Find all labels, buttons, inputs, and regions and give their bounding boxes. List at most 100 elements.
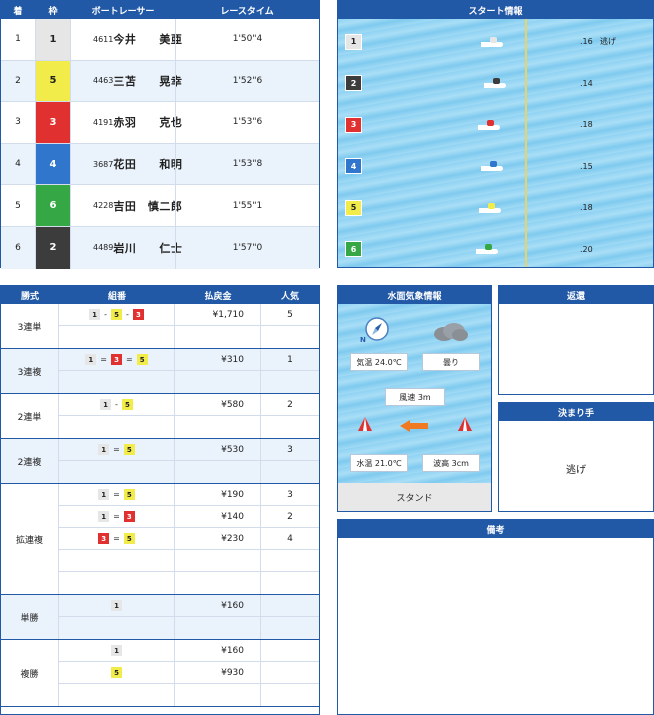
result-row: 3 3 4191 赤羽 克也 1'53"6 bbox=[1, 102, 319, 144]
race-time: 1'52"6 bbox=[175, 60, 319, 102]
start-row: 4 .15 bbox=[338, 146, 653, 187]
racer-number: 4611 bbox=[93, 34, 114, 44]
combo-frame-chip: 3 bbox=[123, 511, 135, 522]
payout-amount: ¥160 bbox=[175, 595, 261, 616]
combination: 1-5 bbox=[59, 394, 175, 415]
bet-type: 2連複 bbox=[1, 439, 59, 483]
winning-technique-value: 逃げ bbox=[566, 465, 586, 476]
start-row: 6 .20 bbox=[338, 229, 653, 270]
combo-separator: = bbox=[100, 355, 107, 364]
bet-type: 3連単 bbox=[1, 304, 59, 348]
payout-amount bbox=[175, 461, 261, 483]
combo-frame-chip: 1 bbox=[111, 645, 122, 656]
payout-group: 単勝 1 ¥160 bbox=[1, 595, 319, 640]
weather-condition: 曇り bbox=[422, 353, 480, 371]
combination bbox=[59, 326, 175, 348]
header-rank: 着 bbox=[13, 6, 23, 17]
bet-type: 拡連複 bbox=[1, 484, 59, 594]
racer-cell: 3687 花田 和明 bbox=[71, 156, 182, 172]
combination: 1 bbox=[59, 595, 175, 616]
result-row: 4 4 3687 花田 和明 1'53"8 bbox=[1, 143, 319, 186]
payout-group: 2連単 1-5 ¥580 2 bbox=[1, 394, 319, 439]
combination: 1 bbox=[59, 640, 175, 661]
payout-line: 1 = 3 = 5 ¥310 1 bbox=[59, 349, 319, 371]
popularity: 5 bbox=[287, 309, 293, 320]
header-frame: 枠 bbox=[48, 6, 58, 17]
start-timing: .18 bbox=[580, 120, 593, 129]
bet-type: 複勝 bbox=[1, 640, 59, 706]
racer-name[interactable]: 花田 和明 bbox=[113, 156, 182, 172]
racer-name[interactable]: 岩川 仁士 bbox=[113, 240, 182, 256]
combo-frame-chip: 5 bbox=[111, 667, 122, 678]
racer-name[interactable]: 赤羽 克也 bbox=[113, 114, 182, 130]
payout-line bbox=[59, 550, 319, 572]
racer-name[interactable]: 今井 美亜 bbox=[113, 31, 182, 47]
combo-frame-chip: 3 bbox=[111, 354, 122, 365]
header-racer: ボートレーサー bbox=[91, 6, 155, 17]
payout-lines: 1 ¥160 bbox=[59, 595, 319, 639]
payout-lines: 1-5-3 ¥1,710 5 bbox=[59, 304, 319, 348]
payout-amount bbox=[175, 572, 261, 594]
compass-north-label: N bbox=[360, 336, 366, 344]
payout-header: 勝式 組番 払戻金 人気 bbox=[1, 286, 319, 304]
result-header: 着 枠 ボートレーサー レースタイム bbox=[1, 1, 319, 19]
frame-badge: 3 bbox=[35, 102, 71, 143]
bet-type: 3連複 bbox=[1, 349, 59, 393]
start-technique: 逃げ bbox=[600, 37, 616, 46]
payout-amount bbox=[175, 416, 261, 438]
wind-arrow-icon bbox=[400, 420, 428, 432]
bet-type: 2連単 bbox=[1, 394, 59, 438]
payout-lines: 1 ¥160 5 ¥930 bbox=[59, 640, 319, 706]
payout-line: 1-5 ¥580 2 bbox=[59, 394, 319, 416]
header-combination: 組番 bbox=[107, 291, 126, 302]
frame-badge: 6 bbox=[35, 185, 71, 226]
start-timing: .14 bbox=[580, 78, 593, 88]
racer-name[interactable]: 三苫 晃幸 bbox=[113, 73, 182, 89]
combination: 1 = 3 bbox=[59, 506, 175, 527]
combo-frame-chip: 5 bbox=[123, 533, 135, 544]
payout-amount: ¥580 bbox=[175, 394, 261, 415]
start-info-header: スタート情報 bbox=[338, 1, 653, 19]
frame-badge: 4 bbox=[35, 143, 71, 185]
boat-icon bbox=[478, 119, 504, 130]
course-badge: 3 bbox=[345, 116, 362, 133]
frame-badge: 2 bbox=[35, 226, 71, 269]
rank: 2 bbox=[15, 75, 21, 86]
combo-separator: = bbox=[113, 534, 120, 543]
result-row: 2 5 4463 三苫 晃幸 1'52"6 bbox=[1, 60, 319, 103]
wave-height: 波高 3cm bbox=[422, 454, 480, 472]
racer-name[interactable]: 吉田 慎二郎 bbox=[113, 198, 182, 214]
combination bbox=[59, 617, 175, 639]
payout-amount: ¥310 bbox=[175, 349, 261, 370]
racer-cell: 4228 吉田 慎二郎 bbox=[71, 198, 182, 214]
weather-water-area: N 気温 24.0℃ 曇り 風速 3m 水温 21.0℃ 波高 3cm bbox=[338, 304, 491, 483]
result-body: 1 1 4611 今井 美亜 1'50"4 2 5 4463 三苫 晃幸 1'52… bbox=[1, 19, 319, 269]
payout-line: 1 ¥160 bbox=[59, 640, 319, 662]
racer-number: 4463 bbox=[93, 76, 114, 86]
payout-line: 5 ¥930 bbox=[59, 662, 319, 684]
compass-icon bbox=[365, 317, 389, 341]
payout-line: 1 = 5 ¥530 3 bbox=[59, 439, 319, 461]
start-timing: .18 bbox=[580, 203, 593, 212]
popularity: 2 bbox=[287, 399, 293, 410]
payout-amount: ¥140 bbox=[175, 506, 261, 527]
combo-frame-chip: 5 bbox=[136, 354, 148, 365]
payout-body: 3連単 1-5-3 ¥1,710 5 3連複 1 = 3 = 5 ¥310 1 2連単 … bbox=[1, 304, 319, 707]
bet-type: 単勝 bbox=[1, 595, 59, 639]
payout-line: 1 = 3 ¥140 2 bbox=[59, 506, 319, 528]
course-badge: 5 bbox=[345, 199, 362, 216]
race-time: 1'53"6 bbox=[175, 102, 319, 143]
payout-table: 勝式 組番 払戻金 人気 3連単 1-5-3 ¥1,710 5 3連複 1 = 3 =… bbox=[0, 285, 320, 715]
remarks-title: 備考 bbox=[486, 525, 505, 536]
air-temperature: 気温 24.0℃ bbox=[350, 353, 408, 371]
boat-icon bbox=[481, 36, 507, 47]
racer-number: 3687 bbox=[93, 159, 114, 169]
combo-frame-chip: 5 bbox=[123, 444, 135, 455]
payout-amount: ¥230 bbox=[175, 528, 261, 549]
payout-line bbox=[59, 326, 319, 348]
refund-header: 返還 bbox=[499, 286, 653, 304]
rank: 3 bbox=[15, 117, 21, 128]
payout-lines: 1 = 5 ¥190 3 1 = 3 ¥140 2 3 = 5 ¥230 4 bbox=[59, 484, 319, 594]
result-row: 5 6 4228 吉田 慎二郎 1'55"1 bbox=[1, 185, 319, 227]
combination: 1 = 3 = 5 bbox=[59, 349, 175, 370]
